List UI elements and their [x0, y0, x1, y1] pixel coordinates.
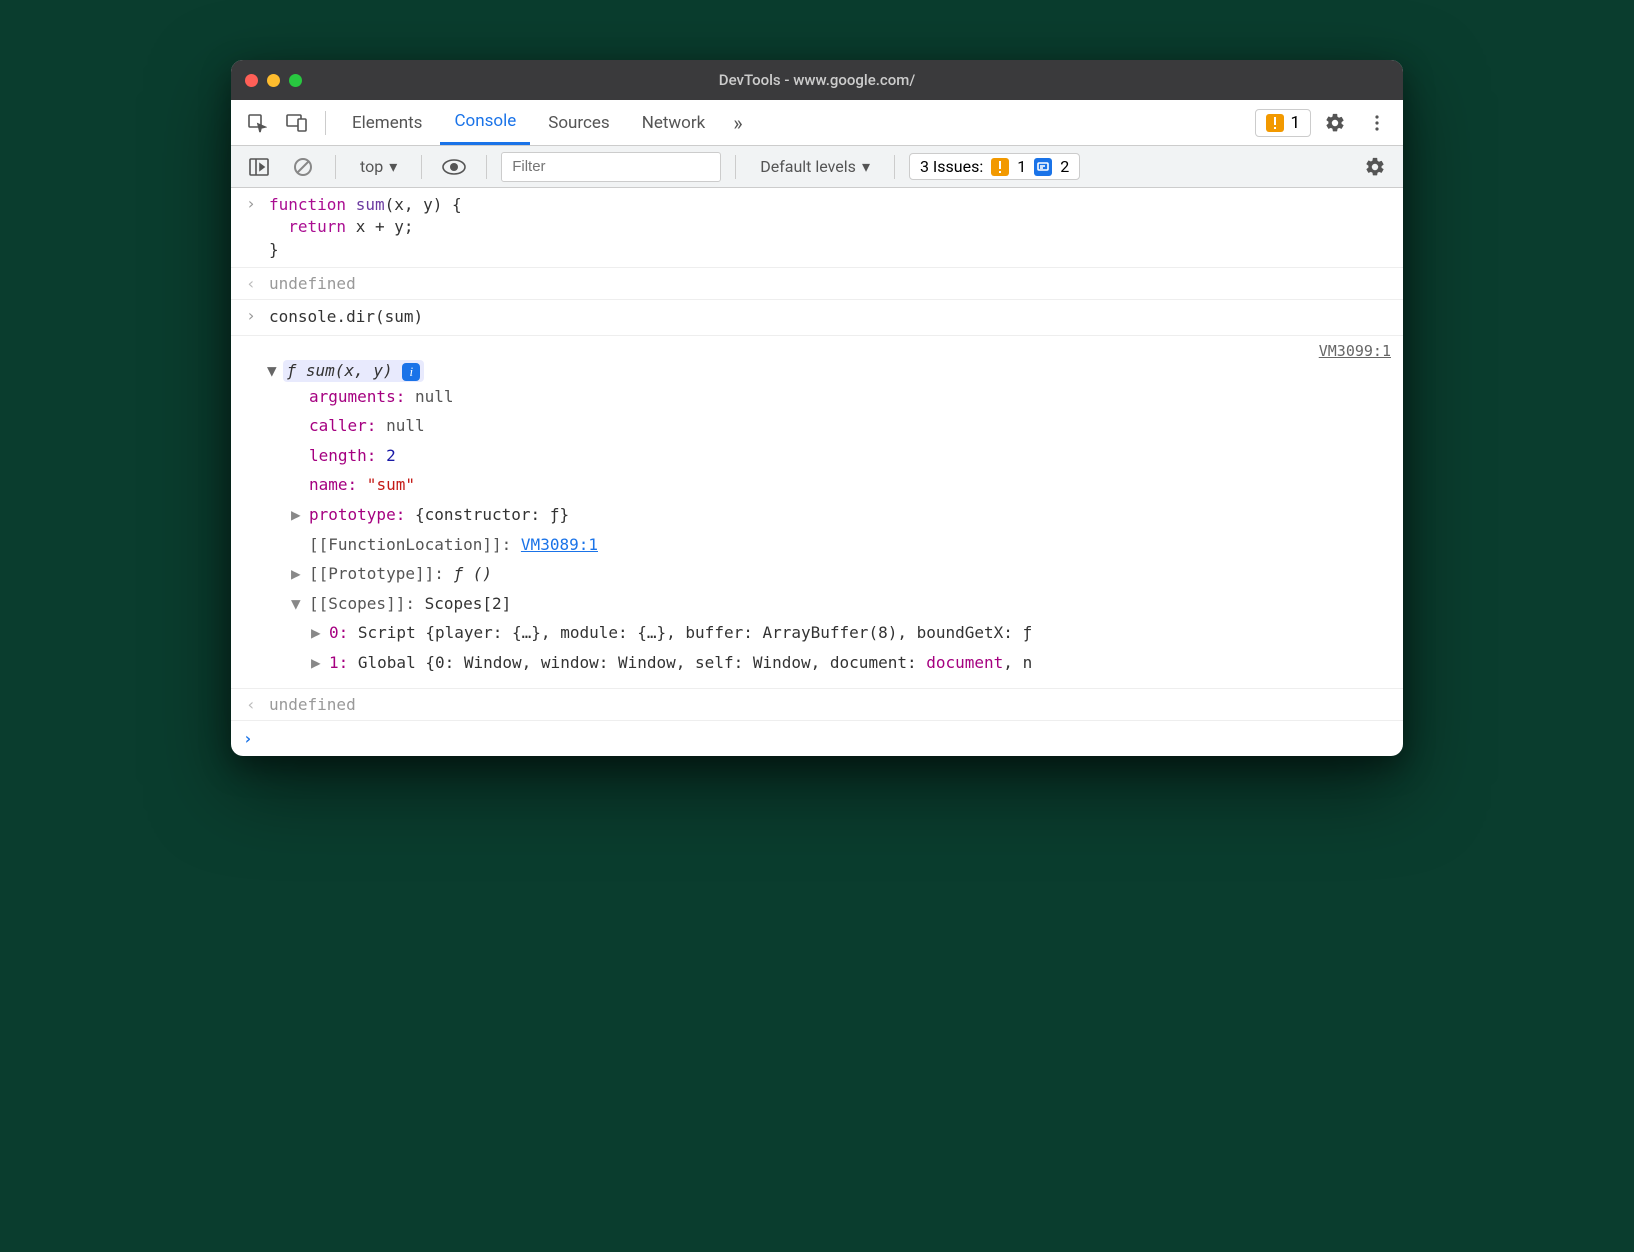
tab-elements[interactable]: Elements [338, 100, 436, 145]
chevron-down-icon: ▾ [389, 157, 397, 176]
expand-arrow-icon[interactable]: ▶ [311, 618, 329, 648]
issues-warn-count: 1 [1017, 157, 1026, 176]
console-output-row: ‹ undefined [231, 268, 1403, 300]
expand-arrow-icon[interactable]: ▼ [267, 361, 277, 380]
input-chevron-icon: › [243, 194, 259, 213]
window-title: DevTools - www.google.com/ [231, 71, 1403, 89]
inspect-element-icon[interactable] [239, 105, 275, 141]
object-properties: arguments: null caller: null length: 2 n… [291, 382, 1391, 678]
tab-console[interactable]: Console [440, 100, 530, 145]
tab-sources[interactable]: Sources [534, 100, 623, 145]
console-prompt[interactable]: › [231, 721, 1403, 756]
tabs-overflow-icon[interactable]: » [723, 100, 752, 145]
output-chevron-icon: ‹ [243, 695, 259, 714]
console-toolbar: top ▾ Default levels ▾ 3 Issues: 1 2 [231, 146, 1403, 188]
tabs: Elements Console Sources Network » [338, 100, 753, 145]
log-levels-dropdown[interactable]: Default levels ▾ [750, 153, 880, 180]
console-output: › function sum(x, y) { return x + y; } ‹… [231, 188, 1403, 756]
expand-arrow-icon[interactable]: ▶ [291, 559, 309, 589]
output-chevron-icon: ‹ [243, 274, 259, 293]
console-input-row[interactable]: › console.dir(sum) [231, 300, 1403, 335]
code-block: function sum(x, y) { return x + y; } [269, 194, 462, 261]
warning-icon [1266, 114, 1284, 132]
issues-label: 3 Issues: [920, 157, 983, 176]
issues-badge[interactable]: 3 Issues: 1 2 [909, 153, 1080, 180]
settings-icon[interactable] [1317, 105, 1353, 141]
sidebar-toggle-icon[interactable] [241, 149, 277, 185]
console-input-row[interactable]: › function sum(x, y) { return x + y; } [231, 188, 1403, 268]
expand-arrow-icon[interactable]: ▼ [291, 589, 309, 619]
info-icon: i [402, 363, 420, 381]
issues-info-count: 2 [1060, 157, 1069, 176]
main-tabbar: Elements Console Sources Network » 1 [231, 100, 1403, 146]
input-chevron-icon: › [243, 306, 259, 325]
filter-input[interactable] [501, 152, 721, 182]
clear-console-icon[interactable] [285, 149, 321, 185]
code-line: console.dir(sum) [269, 306, 423, 328]
warnings-count: 1 [1290, 113, 1300, 133]
console-settings-icon[interactable] [1357, 149, 1393, 185]
expand-arrow-icon[interactable]: ▶ [291, 500, 309, 530]
expand-arrow-icon[interactable]: ▶ [311, 648, 329, 678]
warning-icon [991, 158, 1009, 176]
info-icon [1034, 158, 1052, 176]
execution-context-dropdown[interactable]: top ▾ [350, 153, 407, 180]
tab-network[interactable]: Network [628, 100, 720, 145]
prompt-chevron-icon: › [243, 729, 253, 748]
device-toggle-icon[interactable] [279, 105, 315, 141]
output-value: undefined [269, 695, 356, 714]
more-menu-icon[interactable] [1359, 105, 1395, 141]
titlebar[interactable]: DevTools - www.google.com/ [231, 60, 1403, 100]
warnings-badge[interactable]: 1 [1255, 109, 1311, 137]
source-link[interactable]: VM3099:1 [1319, 342, 1391, 360]
output-value: undefined [269, 274, 356, 293]
function-summary[interactable]: ƒ sum(x, y) i [283, 360, 425, 382]
live-expression-icon[interactable] [436, 149, 472, 185]
devtools-window: DevTools - www.google.com/ Elements Cons… [231, 60, 1403, 756]
console-output-row: ‹ undefined [231, 689, 1403, 721]
console-dir-output: VM3099:1 ▼ ƒ sum(x, y) i arguments: null… [231, 336, 1403, 689]
function-location-link[interactable]: VM3089:1 [521, 535, 598, 554]
chevron-down-icon: ▾ [862, 157, 870, 176]
